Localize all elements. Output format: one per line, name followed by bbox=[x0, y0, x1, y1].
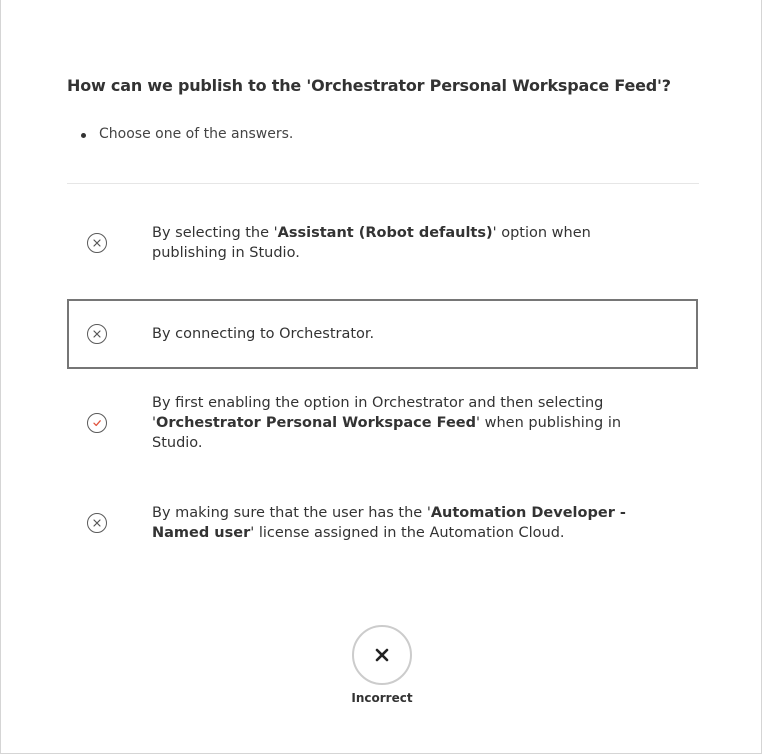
answer-text-bold: Orchestrator Personal Workspace Feed bbox=[156, 415, 477, 431]
answer-text: By making sure that the user has the 'Au… bbox=[152, 503, 652, 543]
answer-option-4[interactable]: By making sure that the user has the 'Au… bbox=[67, 488, 698, 558]
answer-text-pre: By connecting to Orchestrator. bbox=[152, 326, 375, 342]
divider bbox=[67, 183, 699, 184]
incorrect-icon bbox=[87, 513, 107, 533]
quiz-frame: How can we publish to the 'Orchestrator … bbox=[0, 0, 762, 754]
answer-option-2[interactable]: By connecting to Orchestrator. bbox=[67, 299, 698, 369]
bullet-icon bbox=[81, 133, 86, 138]
question-title: How can we publish to the 'Orchestrator … bbox=[67, 76, 671, 95]
answer-text: By selecting the 'Assistant (Robot defau… bbox=[152, 223, 652, 263]
answer-text-post: ' license assigned in the Automation Clo… bbox=[250, 525, 565, 541]
incorrect-icon bbox=[87, 233, 107, 253]
instruction-text: Choose one of the answers. bbox=[99, 126, 294, 142]
close-icon bbox=[375, 648, 389, 662]
result-label: Incorrect bbox=[351, 691, 413, 705]
answer-text: By first enabling the option in Orchestr… bbox=[152, 393, 652, 453]
answer-text-bold: Assistant (Robot defaults) bbox=[277, 225, 493, 241]
answer-option-3[interactable]: By first enabling the option in Orchestr… bbox=[67, 388, 698, 458]
incorrect-icon bbox=[87, 324, 107, 344]
result-badge bbox=[352, 625, 412, 685]
instructions-list: Choose one of the answers. bbox=[81, 126, 681, 142]
answer-text-pre: By selecting the ' bbox=[152, 225, 278, 241]
answer-text-pre: By making sure that the user has the ' bbox=[152, 505, 431, 521]
instruction-item: Choose one of the answers. bbox=[81, 126, 681, 142]
answer-text: By connecting to Orchestrator. bbox=[152, 324, 652, 344]
correct-icon bbox=[87, 413, 107, 433]
answer-option-1[interactable]: By selecting the 'Assistant (Robot defau… bbox=[67, 208, 698, 278]
